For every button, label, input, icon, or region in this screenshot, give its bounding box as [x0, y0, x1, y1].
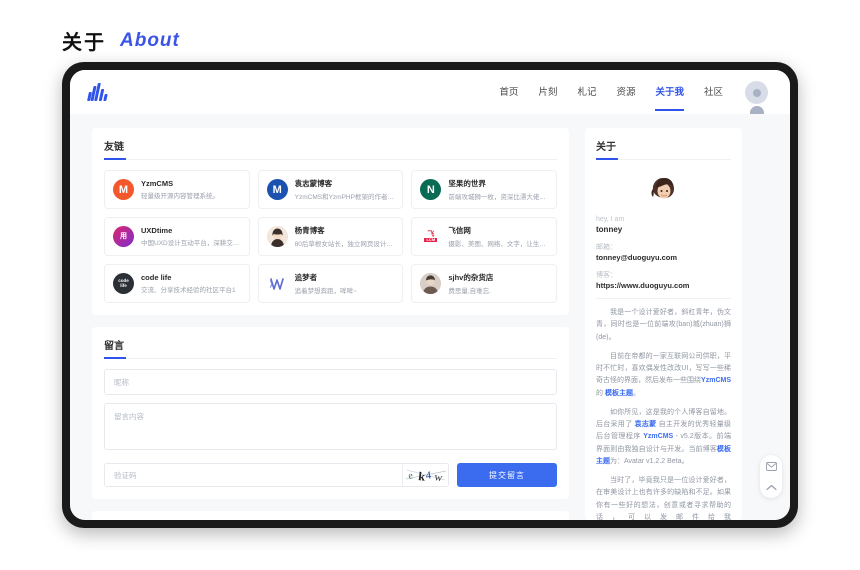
link-name: 坚果的世界 [448, 179, 486, 188]
profile-avatar [646, 172, 681, 206]
bio-paragraph-3: 如你所见，这是我的个人博客自留地。后台采用了 袁志蒙 自主开发的优秀轻量级后台管… [596, 407, 731, 468]
avatar[interactable] [745, 80, 768, 114]
bio-paragraph-2: 目前在帝都的一家互联网公司供职，平时不忙时，喜欢偶发性改改UI，写写一些稀奇古怪… [596, 351, 731, 400]
link-name: 杨青博客 [294, 226, 325, 235]
link-desc: 追着梦想奔跑，哞哞~ [294, 288, 357, 295]
about-bio: 我是一个设计爱好者，斜杠青年，伪文青，同时也是一位前端攻(ban)城(zhuan… [596, 307, 731, 520]
contact-mail-button[interactable] [764, 460, 778, 472]
blog-label: 博客： [596, 272, 617, 279]
back-to-top-button[interactable] [764, 481, 778, 493]
page-title: 关于 About [62, 26, 180, 55]
nav-item-notes[interactable]: 札记 [577, 84, 596, 101]
list-item[interactable]: N 坚果的世界 前端攻城狮一枚，资深比漂大佬一... [411, 170, 557, 209]
submit-message-button[interactable]: 提交留言 [457, 463, 557, 487]
bio-inline-link[interactable]: YzmCMS [643, 433, 673, 440]
site-navbar: 首页 片刻 札记 资源 关于我 社区 [70, 70, 790, 114]
email-label: 邮箱： [596, 244, 617, 251]
captcha-input[interactable] [104, 463, 449, 487]
link-avatar-icon [266, 273, 288, 294]
link-desc: 费思量,自难忘. [448, 288, 491, 295]
list-item[interactable]: 追梦者 追着梦想奔跑，哞哞~ [257, 264, 404, 303]
page-content: 友链 M YzmCMS 轻量级开源内容管理系统。 M 袁志蒙博客 YzmCMS和… [70, 114, 790, 520]
link-desc: YzmCMS和YzmPHP框架的作者，... [294, 194, 395, 201]
link-avatar-icon [266, 226, 288, 247]
list-item[interactable]: 杨青博客 80后草根女站长，独立网页设计师。 [257, 217, 404, 256]
friend-links-title: 友链 [104, 138, 557, 160]
site-logo-icon[interactable] [87, 83, 108, 101]
profile-username: tonney [596, 225, 623, 234]
nav-item-moments[interactable]: 片刻 [538, 84, 557, 101]
link-name: UXDtime [141, 226, 173, 235]
link-avatar-icon: M [113, 179, 134, 200]
chevron-up-icon [765, 484, 777, 491]
nav-items: 首页 片刻 札记 资源 关于我 社区 [499, 80, 768, 114]
link-desc: 中国UXD设计互动平台，深耕交互... [141, 240, 241, 247]
mail-icon [765, 461, 777, 471]
bio-text-3: 如你所见，这是我的个人博客自留地。后台采用了 袁志蒙 自主开发的优秀轻量级后台管… [596, 408, 732, 465]
nickname-input[interactable] [104, 369, 557, 395]
bio-paragraph-4: 当时了，毕竟我只是一位设计爱好者，在审美设计上也有许多的缺陷和不足。如果你有一些… [596, 475, 731, 520]
bio-text-4: 当时了，毕竟我只是一位设计爱好者，在审美设计上也有许多的缺陷和不足。如果你有一些… [596, 477, 731, 520]
nav-item-resources[interactable]: 资源 [616, 84, 635, 101]
message-content-input[interactable] [104, 403, 557, 450]
list-item[interactable]: 用 UXDtime 中国UXD设计互动平台，深耕交互... [104, 217, 250, 256]
link-avatar-icon: N [420, 179, 442, 200]
link-name: code life [141, 273, 172, 282]
page-title-cn: 关于 [62, 32, 106, 54]
captcha-row: e k 4 w 提交留言 [104, 463, 557, 487]
link-name: 追梦者 [294, 273, 318, 282]
link-avatar-icon: 飞 LCM [420, 226, 442, 247]
about-title: 关于 [596, 138, 731, 160]
link-desc: 前端攻城狮一枚，资深比漂大佬一... [448, 194, 548, 201]
bio-inline-link[interactable]: 袁志蒙 [635, 421, 657, 428]
list-item[interactable]: M YzmCMS 轻量级开源内容管理系统。 [104, 170, 250, 209]
link-name: sjhv的杂货店 [448, 273, 494, 282]
link-name: 飞信网 [448, 226, 471, 235]
sidebar-column: 关于 hey, I am tonney 邮箱： tonney@duoguyu.c… [585, 128, 742, 520]
list-item[interactable]: code life code life 交流、分享技术经验的社区平台1 [104, 264, 250, 303]
main-column: 友链 M YzmCMS 轻量级开源内容管理系统。 M 袁志蒙博客 YzmCMS和… [92, 128, 569, 520]
captcha-image[interactable]: e k 4 w [402, 464, 448, 486]
device-screen: 首页 片刻 札记 资源 关于我 社区 友链 M YzmCMS 轻量级开源内容管理… [70, 70, 790, 520]
link-desc: 80后草根女站长，独立网页设计师。 [294, 241, 395, 248]
bio-inline-link[interactable]: 模板主题 [605, 390, 633, 397]
link-name: 袁志蒙博客 [294, 179, 333, 188]
bio-text-2: 目前在帝都的一家互联网公司供职，平时不忙时，喜欢偶发性改改UI，写写一些稀奇古怪… [596, 352, 731, 397]
nav-item-community[interactable]: 社区 [704, 84, 723, 101]
email-value[interactable]: tonney@duoguyu.com [596, 253, 731, 262]
nav-item-about[interactable]: 关于我 [655, 84, 684, 111]
device-frame: 首页 片刻 札记 资源 关于我 社区 友链 M YzmCMS 轻量级开源内容管理… [62, 62, 798, 528]
friend-links-grid: M YzmCMS 轻量级开源内容管理系统。 M 袁志蒙博客 YzmCMS和Yzm… [104, 170, 557, 303]
bio-text-1: 我是一个设计爱好者，斜杠青年，伪文青，同时也是一位前端攻(ban)城(zhuan… [596, 309, 731, 341]
about-panel: 关于 hey, I am tonney 邮箱： tonney@duoguyu.c… [585, 128, 742, 520]
divider [596, 298, 731, 299]
link-avatar-icon: 用 [113, 226, 134, 247]
link-avatar-icon: code life [113, 273, 134, 294]
list-item[interactable]: sjhv的杂货店 费思量,自难忘. [411, 264, 557, 303]
link-avatar-icon: M [266, 179, 288, 200]
nav-item-home[interactable]: 首页 [499, 84, 518, 101]
link-desc: 交流、分享技术经验的社区平台1 [141, 287, 236, 294]
link-avatar-icon [420, 273, 442, 294]
greeting-text: hey, I am [596, 216, 625, 223]
list-item[interactable]: 飞 LCM 飞信网 摄影、美图、网络、文字，让生活... [411, 217, 557, 256]
link-desc: 轻量级开源内容管理系统。 [141, 193, 219, 200]
bio-paragraph-1: 我是一个设计爱好者，斜杠青年，伪文青，同时也是一位前端攻(ban)城(zhuan… [596, 307, 731, 344]
message-form-panel: 留言 e k [92, 327, 569, 499]
blog-value[interactable]: https://www.duoguyu.com [596, 281, 731, 290]
link-desc: 摄影、美图、网络、文字，让生活... [448, 241, 548, 248]
latest-messages-panel: 最新留言 # 追梦者 2天前 [92, 511, 569, 520]
bio-inline-link[interactable]: 模板主题 [596, 446, 731, 465]
bio-inline-link[interactable]: YzmCMS [701, 377, 731, 384]
link-name: YzmCMS [141, 179, 174, 188]
floating-action-dock [760, 455, 782, 498]
page-title-en: About [120, 29, 180, 51]
message-form-title: 留言 [104, 337, 557, 359]
list-item[interactable]: M 袁志蒙博客 YzmCMS和YzmPHP框架的作者，... [257, 170, 404, 209]
friend-links-panel: 友链 M YzmCMS 轻量级开源内容管理系统。 M 袁志蒙博客 YzmCMS和… [92, 128, 569, 315]
